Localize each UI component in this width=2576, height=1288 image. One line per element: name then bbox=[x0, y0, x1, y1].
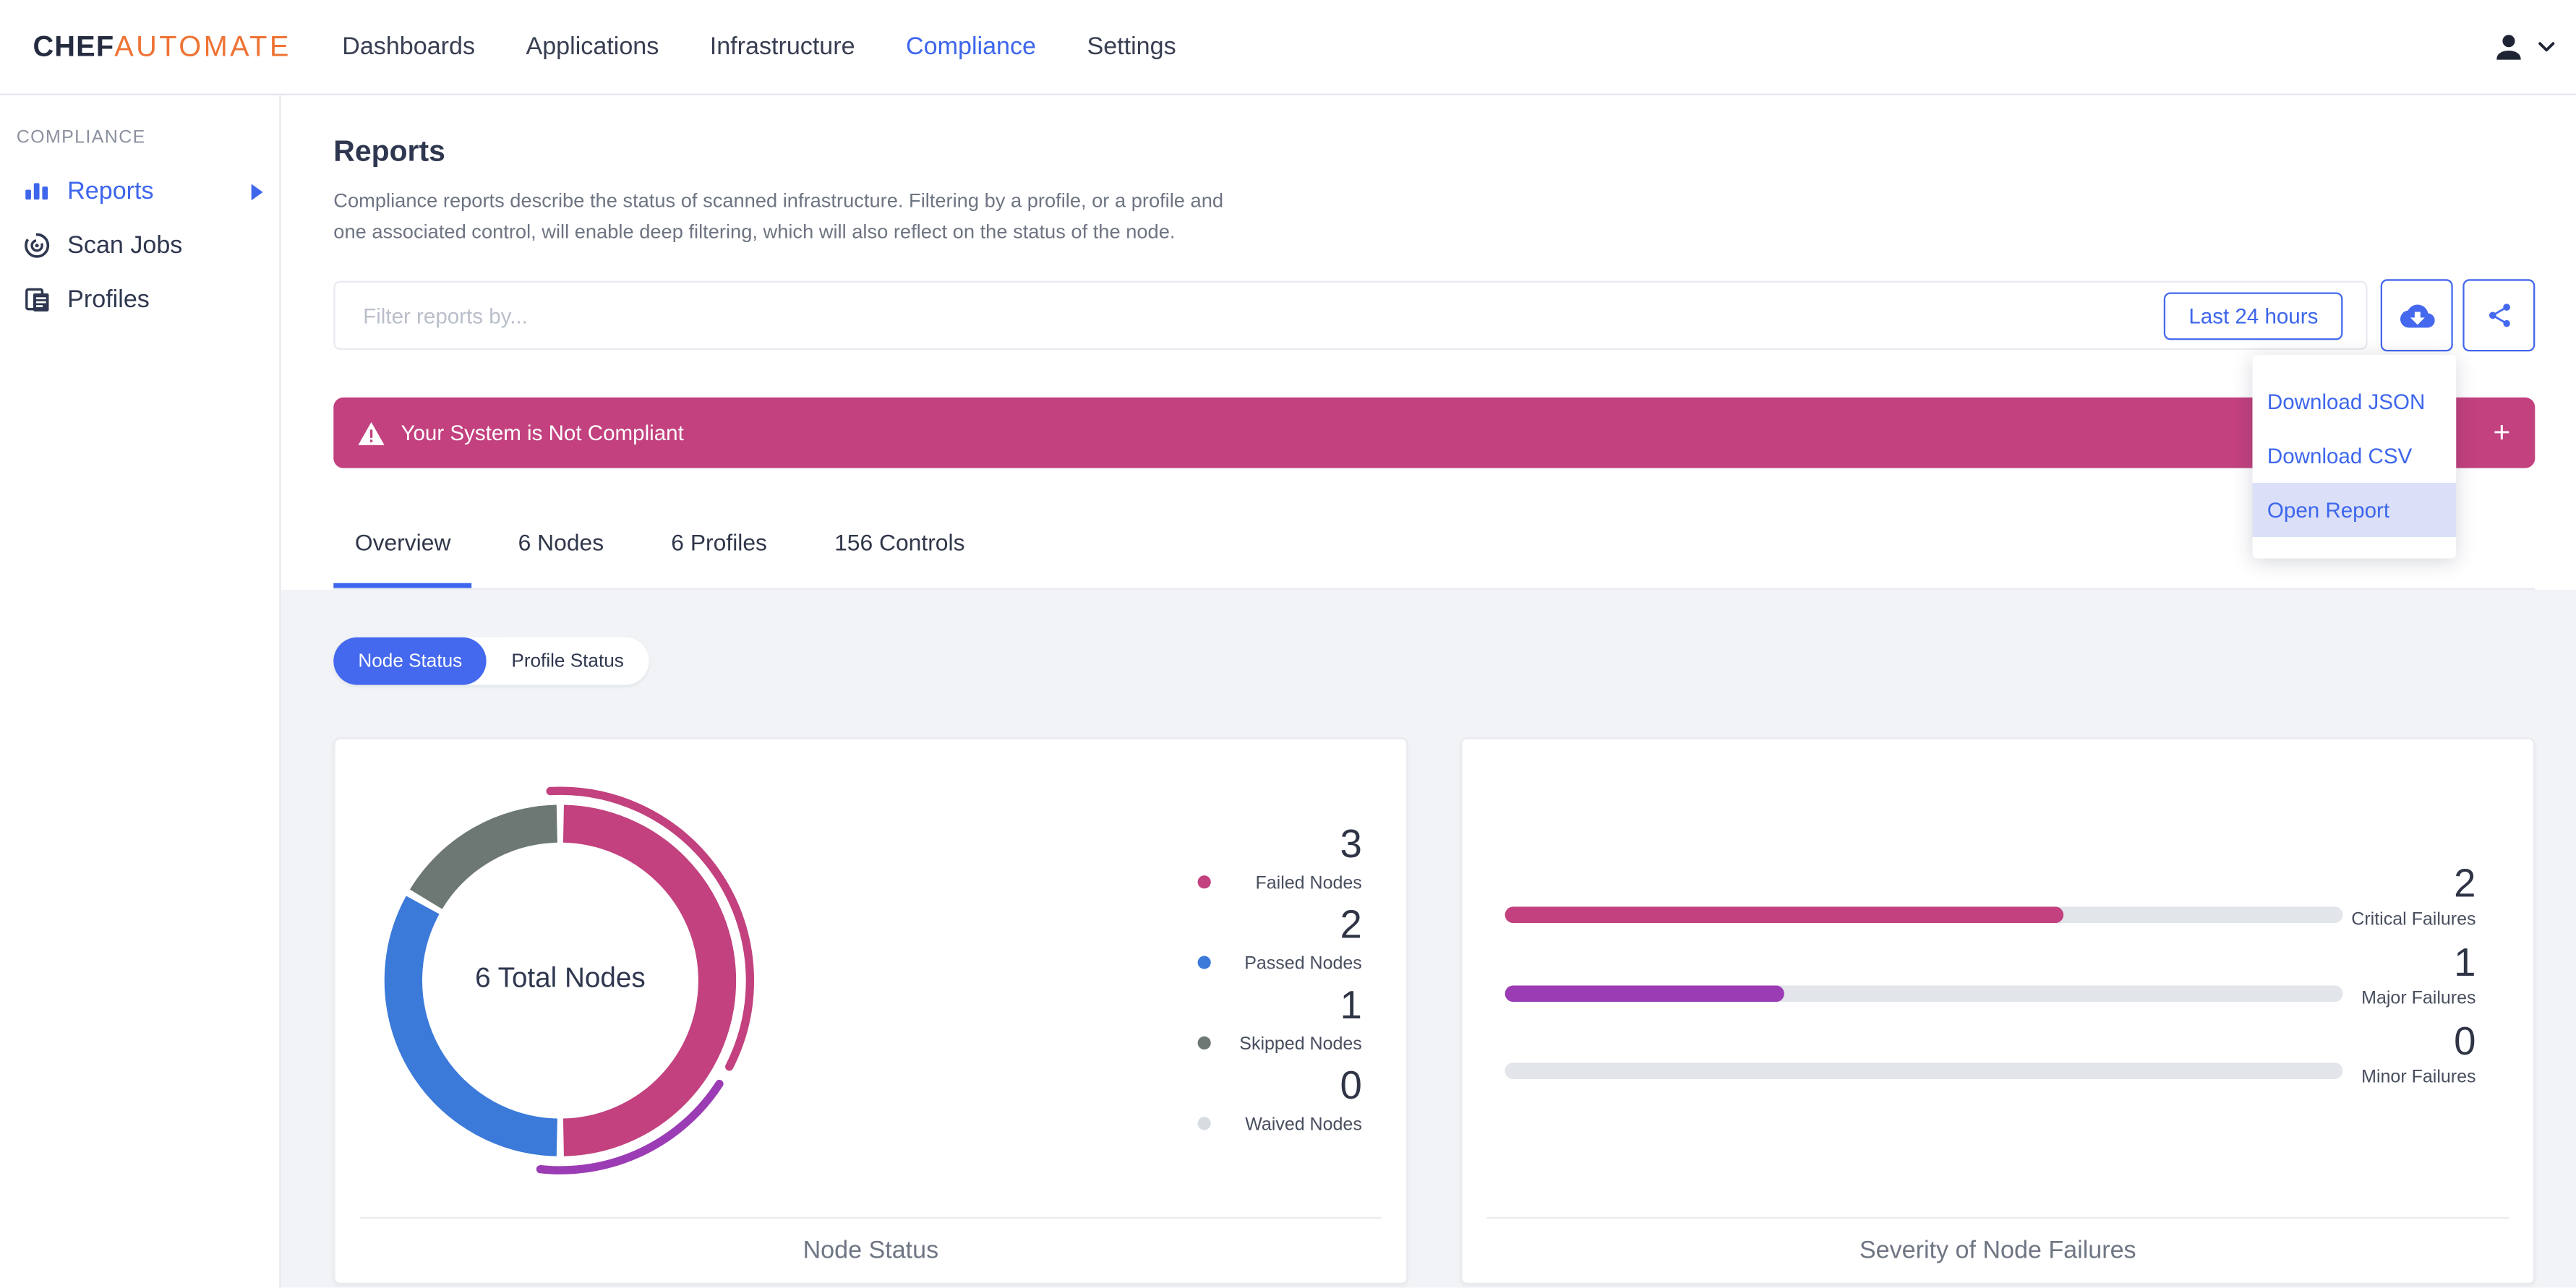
sidebar-item-label: Profiles bbox=[67, 285, 150, 314]
node-status-caption: Node Status bbox=[803, 1237, 939, 1265]
minor-label: Minor Failures bbox=[2361, 1068, 2476, 1088]
failed-label: Failed Nodes bbox=[1255, 873, 1362, 894]
legend-row-skipped: 1 Skipped Nodes bbox=[1148, 984, 1362, 1056]
severity-caption: Severity of Node Failures bbox=[1859, 1237, 2136, 1265]
menu-item-download-json[interactable]: Download JSON bbox=[2252, 374, 2456, 429]
card-divider bbox=[1486, 1216, 2509, 1219]
sidebar-item-label: Reports bbox=[67, 177, 154, 206]
report-tabs: Overview 6 Nodes 6 Profiles 156 Controls bbox=[333, 529, 2536, 590]
sidebar-item-scan-jobs[interactable]: Scan Jobs bbox=[0, 218, 279, 272]
top-navigation: CHEF AUTOMATE Dashboards Applications Inf… bbox=[0, 0, 2576, 95]
node-status-legend: 3 Failed Nodes 2 Passed Nodes 1 Skipped … bbox=[1148, 823, 1362, 1146]
tab-overview[interactable]: Overview bbox=[333, 529, 472, 588]
critical-failures-bar bbox=[1505, 906, 2343, 924]
share-icon bbox=[2485, 301, 2513, 330]
filter-reports-input[interactable]: Filter reports by... Last 24 hours bbox=[333, 280, 2368, 351]
sidebar-item-label: Scan Jobs bbox=[67, 231, 183, 260]
nav-item-dashboards[interactable]: Dashboards bbox=[342, 33, 475, 61]
nav-item-infrastructure[interactable]: Infrastructure bbox=[710, 33, 855, 61]
severity-card: 2 Critical Failures 1 Major Failures 0 M… bbox=[1460, 737, 2536, 1285]
donut-center-label: 6 Total Nodes bbox=[475, 962, 646, 994]
minor-count: 0 bbox=[2454, 1020, 2476, 1065]
filter-placeholder: Filter reports by... bbox=[363, 304, 528, 329]
severity-row-major: 1 Major Failures bbox=[2230, 941, 2476, 1011]
skipped-dot-icon bbox=[1197, 1036, 1211, 1050]
compliance-status-banner: Your System is Not Compliant ta + bbox=[333, 397, 2536, 468]
bar-chart-icon bbox=[23, 177, 51, 205]
major-failures-bar bbox=[1505, 985, 2343, 1003]
page-title: Reports bbox=[333, 134, 445, 168]
toggle-node-status[interactable]: Node Status bbox=[333, 637, 487, 685]
menu-item-open-report[interactable]: Open Report bbox=[2252, 483, 2457, 538]
sidebar: COMPLIANCE Reports Scan Jobs Profiles bbox=[0, 95, 281, 1288]
download-dropdown-menu: Download JSON Download CSV Open Report bbox=[2252, 354, 2457, 559]
nav-item-applications[interactable]: Applications bbox=[526, 33, 659, 61]
waived-count: 0 bbox=[1340, 1064, 1362, 1109]
failed-dot-icon bbox=[1197, 875, 1211, 889]
severity-row-minor: 0 Minor Failures bbox=[2230, 1021, 2476, 1090]
main-content: Reports Compliance reports describe the … bbox=[281, 95, 2576, 1288]
chef-automate-logo[interactable]: CHEF AUTOMATE bbox=[33, 30, 291, 64]
minor-failures-bar bbox=[1505, 1062, 2343, 1079]
tab-nodes[interactable]: 6 Nodes bbox=[497, 529, 625, 588]
plus-icon[interactable]: + bbox=[2493, 416, 2510, 450]
sidebar-item-reports[interactable]: Reports bbox=[0, 164, 279, 218]
chef-automate-app: CHEF AUTOMATE Dashboards Applications Inf… bbox=[0, 0, 2576, 1288]
passed-count: 2 bbox=[1340, 903, 1362, 948]
tab-controls[interactable]: 156 Controls bbox=[813, 529, 986, 588]
critical-label: Critical Failures bbox=[2351, 909, 2476, 930]
logo-chef: CHEF bbox=[33, 29, 115, 63]
scan-radar-icon bbox=[23, 231, 51, 259]
filter-row: Filter reports by... Last 24 hours bbox=[333, 279, 2536, 352]
passed-dot-icon bbox=[1197, 956, 1211, 969]
node-status-card: 6 Total Nodes 3 Failed Nodes 2 Passed No… bbox=[333, 737, 1408, 1285]
sidebar-section-label: COMPLIANCE bbox=[16, 128, 146, 148]
user-menu[interactable] bbox=[2491, 0, 2555, 94]
submenu-caret-icon bbox=[251, 183, 263, 200]
major-count: 1 bbox=[2454, 941, 2476, 986]
banner-message: Your System is Not Compliant bbox=[401, 420, 684, 445]
time-range-button[interactable]: Last 24 hours bbox=[2164, 292, 2343, 340]
severity-row-critical: 2 Critical Failures bbox=[2230, 862, 2476, 932]
user-avatar-icon bbox=[2491, 29, 2527, 65]
tab-profiles[interactable]: 6 Profiles bbox=[650, 529, 789, 588]
skipped-count: 1 bbox=[1340, 984, 1362, 1029]
severity-values: 2 Critical Failures 1 Major Failures 0 M… bbox=[2230, 862, 2476, 1100]
menu-item-download-csv[interactable]: Download CSV bbox=[2252, 429, 2456, 483]
cloud-download-icon bbox=[2399, 301, 2434, 330]
toggle-profile-status[interactable]: Profile Status bbox=[487, 637, 649, 685]
profiles-doc-icon bbox=[23, 285, 51, 314]
download-report-button[interactable] bbox=[2380, 279, 2453, 352]
share-report-button[interactable] bbox=[2462, 279, 2536, 352]
legend-row-passed: 2 Passed Nodes bbox=[1148, 903, 1362, 976]
major-label: Major Failures bbox=[2361, 988, 2476, 1009]
nav-item-settings[interactable]: Settings bbox=[1087, 33, 1176, 61]
overview-body: Node Status Profile Status 6 Total Nodes… bbox=[281, 589, 2576, 1288]
passed-label: Passed Nodes bbox=[1244, 954, 1362, 974]
failed-count: 3 bbox=[1340, 823, 1362, 867]
logo-automate: AUTOMATE bbox=[114, 29, 291, 63]
waived-label: Waived Nodes bbox=[1245, 1115, 1362, 1135]
nav-item-compliance[interactable]: Compliance bbox=[906, 33, 1036, 61]
critical-count: 2 bbox=[2454, 862, 2476, 907]
chevron-down-icon bbox=[2538, 41, 2555, 53]
skipped-label: Skipped Nodes bbox=[1239, 1034, 1362, 1055]
status-toggle: Node Status Profile Status bbox=[333, 637, 649, 685]
legend-row-waived: 0 Waived Nodes bbox=[1148, 1064, 1362, 1137]
waived-dot-icon bbox=[1197, 1117, 1211, 1130]
card-divider bbox=[359, 1216, 1382, 1219]
sidebar-item-profiles[interactable]: Profiles bbox=[0, 272, 279, 327]
warning-triangle-icon bbox=[358, 421, 385, 445]
nav-links: Dashboards Applications Infrastructure C… bbox=[342, 33, 1176, 61]
legend-row-failed: 3 Failed Nodes bbox=[1148, 823, 1362, 896]
reports-header-section: Reports Compliance reports describe the … bbox=[281, 95, 2576, 590]
page-description: Compliance reports describe the status o… bbox=[333, 189, 1224, 244]
